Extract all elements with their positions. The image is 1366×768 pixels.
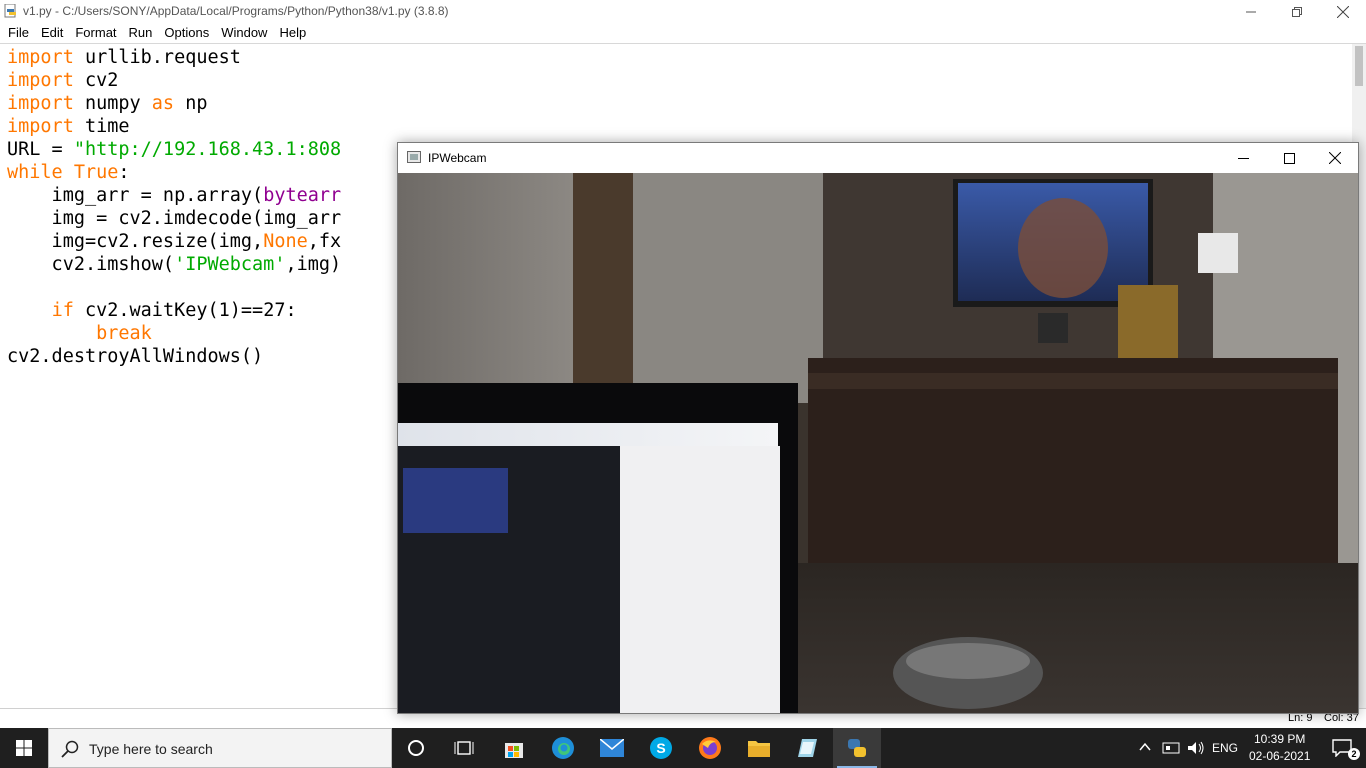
webcam-minimize-button[interactable] xyxy=(1220,143,1266,173)
code-line[interactable]: import numpy as np xyxy=(7,92,341,115)
code-line[interactable]: import urllib.request xyxy=(7,46,341,69)
minimize-button[interactable] xyxy=(1228,0,1274,23)
python-file-icon xyxy=(4,4,16,18)
code-line[interactable]: img=cv2.resize(img,None,fx xyxy=(7,230,342,253)
clock-time[interactable]: 10:39 PM xyxy=(1254,732,1305,746)
taskbar-mail[interactable] xyxy=(588,728,636,768)
network-icon[interactable] xyxy=(1162,740,1180,756)
window-title: v1.py - C:/Users/SONY/AppData/Local/Prog… xyxy=(23,4,449,18)
svg-text:S: S xyxy=(656,740,665,756)
menu-window[interactable]: Window xyxy=(215,23,273,43)
edge-browser-icon xyxy=(552,737,574,759)
menu-file[interactable]: File xyxy=(2,23,35,43)
notification-count-badge: 2 xyxy=(1348,748,1360,760)
search-icon xyxy=(61,740,79,758)
folder-icon xyxy=(748,741,770,757)
chevron-up-icon[interactable] xyxy=(1138,740,1152,754)
start-button[interactable] xyxy=(0,728,48,768)
menu-bar: File Edit Format Run Options Window Help xyxy=(0,23,1366,43)
webcam-close-button[interactable] xyxy=(1312,143,1358,173)
ipwebcam-title: IPWebcam xyxy=(428,151,487,165)
webcam-video-frame xyxy=(398,173,1358,713)
language-indicator[interactable]: ENG xyxy=(1212,741,1238,755)
windows-logo-icon xyxy=(16,740,32,756)
code-line[interactable]: import time xyxy=(7,115,341,138)
code-line[interactable]: URL = "http://192.168.43.1:808 xyxy=(7,138,341,161)
code-line[interactable]: cv2.destroyAllWindows() xyxy=(7,345,341,368)
close-button[interactable] xyxy=(1320,0,1366,23)
minimize-icon xyxy=(1237,157,1249,159)
menu-options[interactable]: Options xyxy=(158,23,215,43)
taskbar-edge[interactable] xyxy=(539,728,587,768)
search-placeholder: Type here to search xyxy=(89,741,213,757)
cortana-button[interactable] xyxy=(392,728,440,768)
maximize-icon xyxy=(1283,152,1295,164)
code-line[interactable]: img = cv2.imdecode(img_arr xyxy=(7,207,342,230)
firefox-icon xyxy=(699,737,721,759)
task-view-button[interactable] xyxy=(440,728,488,768)
menu-help[interactable]: Help xyxy=(273,23,312,43)
restore-icon xyxy=(1292,6,1302,17)
menu-edit[interactable]: Edit xyxy=(35,23,69,43)
volume-icon[interactable] xyxy=(1186,740,1206,756)
microsoft-store-icon xyxy=(505,743,523,758)
code-line[interactable]: while True: xyxy=(7,161,341,184)
window-app-icon xyxy=(407,151,421,163)
code-text[interactable]: import urllib.request import cv2 import nu… xyxy=(7,46,341,368)
menu-run[interactable]: Run xyxy=(123,23,159,43)
restore-button[interactable] xyxy=(1274,0,1320,23)
code-line[interactable]: if cv2.waitKey(1)==27: xyxy=(7,299,341,322)
ipwebcam-titlebar[interactable]: IPWebcam xyxy=(398,143,1358,173)
python-icon xyxy=(848,739,866,757)
mail-icon xyxy=(600,739,624,757)
skype-icon: S xyxy=(650,737,672,759)
taskbar-store[interactable] xyxy=(490,728,538,768)
taskbar-python-idle[interactable] xyxy=(833,728,881,768)
notepad-icon xyxy=(798,739,817,757)
menu-format[interactable]: Format xyxy=(69,23,122,43)
webcam-scene-image xyxy=(398,173,1358,713)
idle-titlebar: v1.py - C:/Users/SONY/AppData/Local/Prog… xyxy=(0,0,1366,23)
ipwebcam-window[interactable]: IPWebcam xyxy=(397,142,1359,714)
code-line[interactable]: break xyxy=(7,322,341,345)
clock-date[interactable]: 02-06-2021 xyxy=(1249,749,1310,763)
minimize-icon xyxy=(1246,11,1256,12)
code-line[interactable]: img_arr = np.array(bytearr xyxy=(7,184,342,207)
code-line[interactable]: import cv2 xyxy=(7,69,341,92)
task-view-icon xyxy=(454,741,474,755)
code-line[interactable]: cv2.imshow('IPWebcam',img) xyxy=(7,253,342,276)
notification-center-button[interactable]: 2 xyxy=(1318,728,1366,768)
webcam-maximize-button[interactable] xyxy=(1266,143,1312,173)
taskbar: Type here to search S ENG 10:39 PM 02-06… xyxy=(0,728,1366,768)
taskbar-search-box[interactable]: Type here to search xyxy=(48,728,392,768)
close-icon xyxy=(1329,152,1341,164)
taskbar-skype[interactable]: S xyxy=(637,728,685,768)
close-icon xyxy=(1337,5,1349,18)
taskbar-firefox[interactable] xyxy=(686,728,734,768)
cortana-icon xyxy=(408,740,424,756)
scrollbar-thumb[interactable] xyxy=(1355,46,1363,86)
taskbar-notepad[interactable] xyxy=(784,728,832,768)
code-line[interactable] xyxy=(7,276,341,299)
taskbar-file-explorer[interactable] xyxy=(735,728,783,768)
